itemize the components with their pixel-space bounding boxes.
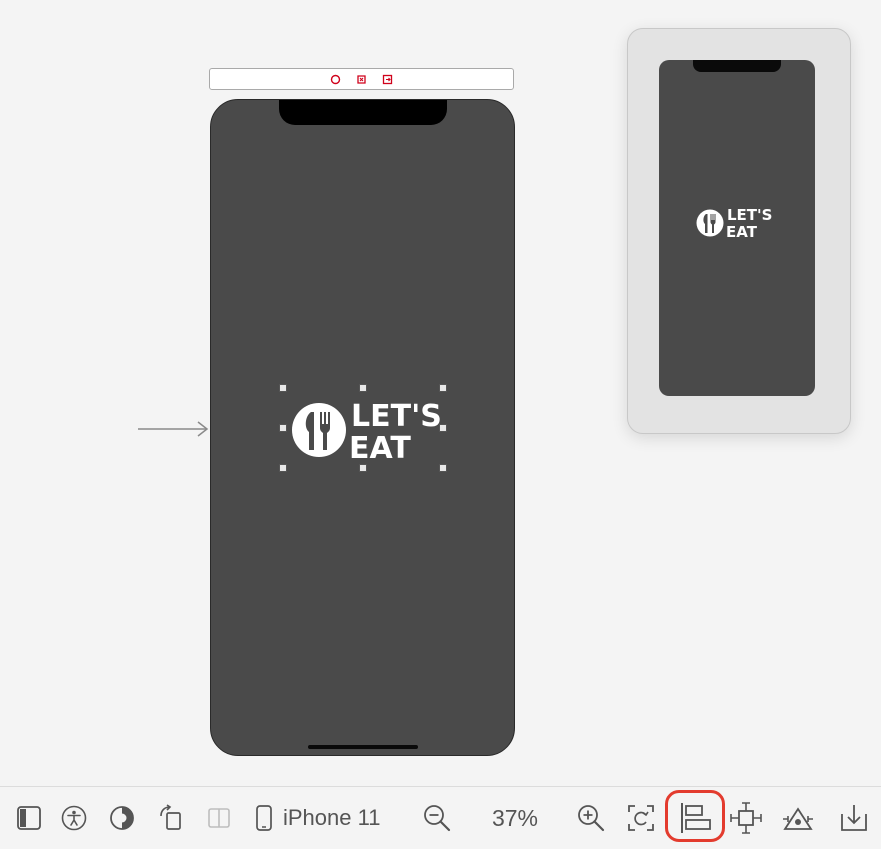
resize-handle-top-mid[interactable]: [359, 384, 367, 392]
canvas-toolbar: iPhone 11 37%: [0, 786, 881, 849]
align-button-highlight: [665, 790, 725, 842]
logo-text-line1: LET'S: [351, 399, 442, 434]
split-view-button: [206, 787, 232, 849]
storyboard-canvas[interactable]: LET'S EAT LET'S EAT: [0, 0, 881, 786]
preview-logo-text-line2: EAT: [726, 223, 757, 241]
logo-text-line2: EAT: [349, 431, 411, 466]
iphone-scene[interactable]: LET'S EAT: [210, 99, 515, 756]
appearance-icon: [110, 806, 134, 830]
view-controller-icon[interactable]: [330, 73, 342, 85]
zoom-level[interactable]: 37%: [478, 787, 552, 849]
update-frames-button[interactable]: [624, 787, 658, 849]
zoom-in-button[interactable]: [574, 787, 608, 849]
accessibility-button[interactable]: [58, 787, 90, 849]
preview-fork-knife-icon: [696, 209, 724, 237]
resize-handle-mid-left[interactable]: [279, 424, 287, 432]
first-responder-icon[interactable]: [356, 73, 368, 85]
resize-handle-bottom-left[interactable]: [279, 464, 287, 472]
resize-handle-mid-right[interactable]: [439, 424, 447, 432]
document-outline-icon: [17, 806, 41, 830]
embed-in-button[interactable]: [836, 787, 872, 849]
resize-handle-top-left[interactable]: [279, 384, 287, 392]
rotate-icon: [160, 804, 181, 830]
add-constraints-icon: [730, 802, 762, 834]
preview-screen: LET'S EAT: [659, 60, 815, 396]
resolve-autolayout-button[interactable]: [780, 787, 816, 849]
resize-handle-bottom-right[interactable]: [439, 464, 447, 472]
device-label: iPhone 11: [283, 805, 381, 830]
zoom-label: 37%: [491, 804, 539, 831]
resolve-autolayout-icon: [783, 807, 813, 830]
split-view-icon: [208, 808, 230, 828]
zoom-out-icon: [424, 805, 451, 832]
document-outline-button[interactable]: [14, 787, 44, 849]
appearance-button[interactable]: [108, 787, 136, 849]
device-selector[interactable]: iPhone 11: [255, 787, 387, 849]
orientation-button[interactable]: [156, 787, 186, 849]
scene-dock: [209, 68, 514, 90]
fork-knife-icon: [292, 403, 346, 457]
preview-logo-text-line1: LET'S: [727, 206, 773, 224]
update-frames-icon: [628, 805, 654, 831]
add-constraints-button[interactable]: [728, 787, 764, 849]
initial-view-controller-arrow-icon: [138, 421, 209, 437]
device-icon: [256, 805, 272, 831]
zoom-out-button[interactable]: [420, 787, 454, 849]
device-notch: [279, 100, 447, 125]
preview-device[interactable]: LET'S EAT: [627, 28, 851, 434]
home-indicator: [308, 745, 418, 749]
preview-notch: [693, 60, 781, 72]
accessibility-icon: [61, 805, 87, 831]
embed-in-icon: [841, 805, 867, 831]
exit-icon[interactable]: [382, 73, 394, 85]
resize-handle-bottom-mid[interactable]: [359, 464, 367, 472]
logo-image-view[interactable]: LET'S EAT: [279, 384, 447, 472]
resize-handle-top-right[interactable]: [439, 384, 447, 392]
zoom-in-icon: [578, 805, 605, 832]
